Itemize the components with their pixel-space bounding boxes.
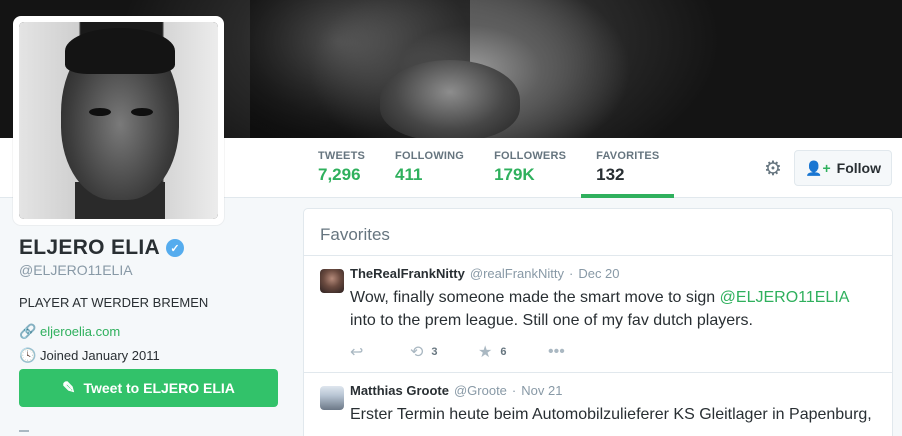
separator-dot: ·: [568, 266, 574, 281]
favorite-button[interactable]: ★ 6: [478, 342, 548, 362]
profile-avatar[interactable]: [13, 16, 224, 225]
stat-value: 411: [395, 165, 423, 184]
avatar-eye: [131, 108, 153, 116]
tweet-screen-name[interactable]: @realFrankNitty: [470, 266, 564, 282]
tweet-mention-link[interactable]: @ELJERO11ELIA: [720, 289, 849, 306]
name-row: ELJERO ELIA ✓: [19, 236, 281, 260]
avatar-eye: [89, 108, 111, 116]
tweet[interactable]: TheRealFrankNitty @realFrankNitty · Dec …: [304, 256, 892, 373]
verified-badge-icon[interactable]: ✓: [166, 239, 184, 257]
stat-followers[interactable]: FOLLOWERS 179K: [479, 138, 581, 198]
joined-date: Joined January 2011: [40, 348, 160, 363]
stat-label: FAVORITES: [596, 150, 660, 162]
tweet-avatar[interactable]: [320, 386, 344, 410]
stat-favorites[interactable]: FAVORITES 132: [581, 138, 675, 198]
tweet-to-button[interactable]: ✎ Tweet to ELJERO ELIA: [19, 369, 278, 407]
tweet-fullname[interactable]: TheRealFrankNitty: [350, 266, 465, 282]
stat-label: FOLLOWING: [395, 150, 465, 162]
profile-name[interactable]: ELJERO ELIA: [19, 236, 160, 260]
tweet-header: Matthias Groote @Groote · Nov 21: [350, 383, 876, 399]
tweet-text: Wow, finally someone made the smart move…: [350, 286, 876, 332]
follow-button[interactable]: 👤+ Follow: [794, 150, 892, 186]
more-icon: •••: [548, 343, 565, 360]
tweet-header: TheRealFrankNitty @realFrankNitty · Dec …: [350, 266, 876, 282]
gear-icon[interactable]: ⚙: [762, 157, 784, 180]
sidebar-more-stub: [19, 430, 29, 432]
avatar-image: [19, 22, 218, 219]
profile-handle[interactable]: @ELJERO11ELIA: [19, 262, 281, 278]
follow-label: Follow: [836, 160, 881, 176]
profile-card: ELJERO ELIA ✓ @ELJERO11ELIA PLAYER AT WE…: [19, 236, 281, 364]
reply-button[interactable]: ↩: [350, 342, 410, 362]
stat-following[interactable]: FOLLOWING 411: [380, 138, 479, 198]
quill-icon: ✎: [62, 380, 76, 397]
tweet-to-label: Tweet to ELJERO ELIA: [83, 380, 235, 396]
avatar-hair: [65, 28, 175, 74]
profile-bio: PLAYER AT WERDER BREMEN: [19, 295, 209, 310]
profile-joined: 🕓 Joined January 2011: [19, 347, 281, 364]
separator-dot: ·: [511, 383, 517, 398]
link-icon: 🔗: [19, 323, 37, 339]
add-user-icon: 👤+: [805, 159, 831, 176]
stat-label: FOLLOWERS: [494, 150, 567, 162]
tweet-fullname[interactable]: Matthias Groote: [350, 383, 449, 399]
retweet-count: 3: [431, 346, 438, 358]
stat-tweets[interactable]: TWEETS 7,296: [303, 138, 380, 198]
tweet-avatar[interactable]: [320, 269, 344, 293]
profile-website: 🔗 eljeroelia.com: [19, 323, 281, 340]
profile-stats: TWEETS 7,296 FOLLOWING 411 FOLLOWERS 179…: [303, 138, 675, 198]
tweet-text-part: into to the prem league. Still one of my…: [350, 312, 753, 329]
stat-value: 179K: [494, 165, 535, 184]
favorites-stream: Favorites TheRealFrankNitty @realFrankNi…: [303, 208, 893, 436]
website-link[interactable]: eljeroelia.com: [40, 324, 120, 339]
favorite-count: 6: [500, 346, 507, 358]
stat-label: TWEETS: [318, 150, 366, 162]
stat-value: 7,296: [318, 165, 361, 184]
stream-title: Favorites: [304, 209, 892, 256]
tweet-text-part: Wow, finally someone made the smart move…: [350, 289, 720, 306]
more-button[interactable]: •••: [548, 343, 565, 361]
tweet[interactable]: Matthias Groote @Groote · Nov 21 Erster …: [304, 373, 892, 426]
retweet-button[interactable]: ⟲ 3: [410, 342, 478, 362]
reply-icon: ↩: [350, 344, 364, 361]
clock-icon: 🕓: [19, 347, 37, 363]
tweet-text: Erster Termin heute beim Automobilzulief…: [350, 406, 872, 423]
stat-value: 132: [596, 165, 625, 184]
tweet-time[interactable]: Nov 21: [521, 383, 562, 399]
retweet-icon: ⟲: [410, 344, 424, 361]
header-photo-face: [380, 60, 520, 138]
tweet-screen-name[interactable]: @Groote: [454, 383, 507, 399]
star-icon: ★: [478, 344, 493, 361]
tweet-actions: ↩ ⟲ 3 ★ 6 •••: [350, 332, 876, 372]
tweet-time[interactable]: Dec 20: [578, 266, 619, 282]
